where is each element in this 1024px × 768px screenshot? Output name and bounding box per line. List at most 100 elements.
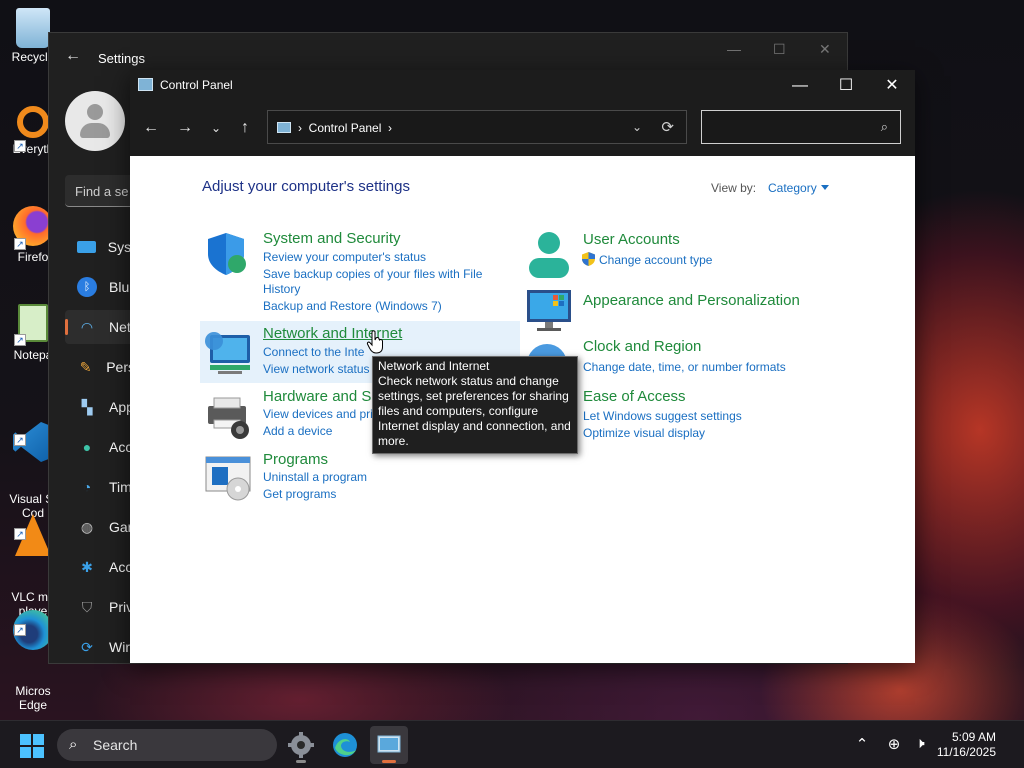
category-title-link[interactable]: Ease of Access xyxy=(583,388,686,405)
accessibility-icon: ✱ xyxy=(81,559,93,575)
taskbar-search-box[interactable]: ⌕ Search xyxy=(57,729,277,761)
maximize-button[interactable]: ☐ xyxy=(823,70,869,101)
clock-date: 11/16/2025 xyxy=(936,745,996,759)
view-by-value: Category xyxy=(768,181,817,195)
settings-nav-privacy[interactable]: ⛉ Priv xyxy=(65,590,135,624)
shortcut-arrow-icon: ↗ xyxy=(14,140,26,152)
windows-update-icon: ⟳ xyxy=(81,639,93,655)
breadcrumb-separator-icon: › xyxy=(298,121,309,135)
title-bar[interactable]: Control Panel — ☐ ✕ xyxy=(130,70,915,101)
change-account-type-link[interactable]: Change account type xyxy=(599,253,712,268)
minimize-button[interactable]: — xyxy=(777,70,823,101)
settings-nav-windows-update[interactable]: ⟳ Wir xyxy=(65,630,135,664)
shortcut-arrow-icon: ↗ xyxy=(14,528,26,540)
settings-nav-bluetooth[interactable]: ᛒ Blu xyxy=(65,270,135,304)
forward-arrow-icon[interactable]: → xyxy=(174,118,196,138)
settings-nav-label: Acc xyxy=(109,559,133,575)
taskbar-search-label: Search xyxy=(93,737,138,753)
edge-icon xyxy=(333,733,357,757)
backup-restore-link[interactable]: Backup and Restore (Windows 7) xyxy=(263,299,442,314)
hand-cursor-icon xyxy=(366,330,383,354)
minimize-icon[interactable]: — xyxy=(727,41,741,57)
settings-nav-accounts[interactable]: ● Acc xyxy=(65,430,135,464)
settings-nav-system[interactable]: Syst xyxy=(65,230,135,264)
system-clock[interactable]: 5:09 AM 11/16/2025 xyxy=(936,730,996,760)
clock-time: 5:09 AM xyxy=(951,730,996,744)
taskbar-settings[interactable] xyxy=(282,726,320,764)
settings-nav-apps[interactable]: ▚ App xyxy=(65,390,135,424)
recent-locations-chevron-icon[interactable]: ⌄ xyxy=(205,118,227,138)
taskbar-edge[interactable] xyxy=(326,726,364,764)
control-panel-icon xyxy=(277,122,291,133)
settings-nav-personalization[interactable]: ✎ Pers xyxy=(65,350,135,384)
settings-nav-network[interactable]: ◠ Net xyxy=(65,310,135,344)
add-device-link[interactable]: Add a device xyxy=(263,424,332,439)
shortcut-arrow-icon: ↗ xyxy=(14,238,26,250)
change-date-formats-link[interactable]: Change date, time, or number formats xyxy=(583,360,786,375)
everything-search-icon xyxy=(17,106,49,138)
show-hidden-icons-chevron-icon[interactable]: ⌃ xyxy=(852,735,872,753)
printer-icon xyxy=(208,397,249,439)
desktop-icon-label: Micros Edge xyxy=(15,684,51,712)
window-title: Control Panel xyxy=(160,78,233,92)
brush-icon: ✎ xyxy=(79,359,92,375)
settings-nav-label: Net xyxy=(109,319,131,335)
view-devices-link[interactable]: View devices and pri xyxy=(263,407,373,422)
tooltip-title: Network and Internet xyxy=(378,359,490,373)
close-icon[interactable]: ✕ xyxy=(819,41,831,58)
category-title-link[interactable]: System and Security xyxy=(263,230,401,247)
gaming-icon: ◍ xyxy=(80,519,94,535)
view-network-status-link[interactable]: View network status xyxy=(263,362,370,377)
connect-internet-link[interactable]: Connect to the Inte xyxy=(263,345,364,360)
file-history-link-cont[interactable]: History xyxy=(263,282,300,297)
breadcrumb[interactable]: › Control Panel › xyxy=(298,121,392,135)
back-arrow-icon[interactable]: ← xyxy=(140,118,162,138)
address-dropdown-chevron-icon[interactable]: ⌄ xyxy=(632,120,642,134)
search-control-panel-input[interactable]: ⌕ xyxy=(701,110,901,144)
active-indicator xyxy=(382,760,396,763)
windows-start-icon[interactable] xyxy=(20,734,44,758)
settings-nav-time[interactable]: ◔ Tim xyxy=(65,470,135,504)
taskbar: ⌕ Search ⌃ ⊕ 🕨 5:09 AM 11/16/2025 xyxy=(0,720,1024,768)
volume-muted-icon[interactable]: 🕨 xyxy=(910,735,930,752)
control-panel-icon xyxy=(138,78,153,91)
category-title-link[interactable]: Clock and Region xyxy=(583,338,701,355)
user-accounts-icon xyxy=(529,232,569,278)
close-button[interactable]: ✕ xyxy=(869,70,915,101)
navigation-toolbar: ← → ⌄ ↑ › Control Panel › ⌄ ⟳ ⌕ xyxy=(130,101,915,156)
up-arrow-icon[interactable]: ↑ xyxy=(234,118,256,138)
uninstall-program-link[interactable]: Uninstall a program xyxy=(263,470,367,485)
search-icon[interactable]: ⌕ xyxy=(881,119,888,135)
settings-nav-gaming[interactable]: ◍ Gar xyxy=(65,510,135,544)
refresh-icon[interactable]: ⟳ xyxy=(661,118,674,136)
tooltip: Network and Internet Check network statu… xyxy=(372,356,578,454)
settings-nav-label: Gar xyxy=(109,519,133,535)
breadcrumb-control-panel[interactable]: Control Panel xyxy=(309,121,382,135)
privacy-shield-icon: ⛉ xyxy=(81,599,93,615)
address-bar[interactable]: › Control Panel › ⌄ ⟳ xyxy=(267,110,687,144)
back-arrow-icon[interactable]: ← xyxy=(65,47,81,65)
accounts-icon: ● xyxy=(82,439,92,455)
shortcut-arrow-icon: ↗ xyxy=(14,334,26,346)
category-title-link[interactable]: Hardware and S xyxy=(263,388,371,405)
category-title-link[interactable]: Appearance and Personalization xyxy=(583,292,800,309)
settings-nav-label: Tim xyxy=(109,479,132,495)
page-title: Adjust your computer's settings xyxy=(202,178,410,195)
maximize-icon[interactable]: ☐ xyxy=(773,41,786,58)
suggest-settings-link[interactable]: Let Windows suggest settings xyxy=(583,409,742,424)
file-history-link[interactable]: Save backup copies of your files with Fi… xyxy=(263,267,482,282)
review-status-link[interactable]: Review your computer's status xyxy=(263,250,426,265)
settings-nav-accessibility[interactable]: ✱ Acc xyxy=(65,550,135,584)
system-icon xyxy=(77,241,96,253)
category-title-link[interactable]: User Accounts xyxy=(583,231,680,248)
view-by-dropdown[interactable]: Category xyxy=(768,181,829,195)
optimize-display-link[interactable]: Optimize visual display xyxy=(583,426,705,441)
settings-nav-label: Wir xyxy=(109,639,130,655)
dropdown-arrow-icon xyxy=(820,185,829,190)
avatar[interactable] xyxy=(65,91,125,151)
get-programs-link[interactable]: Get programs xyxy=(263,487,336,502)
taskbar-control-panel[interactable] xyxy=(370,726,408,764)
time-language-icon: ◔ xyxy=(82,479,92,495)
category-title-link[interactable]: Programs xyxy=(263,451,328,468)
network-globe-icon[interactable]: ⊕ xyxy=(884,735,904,753)
